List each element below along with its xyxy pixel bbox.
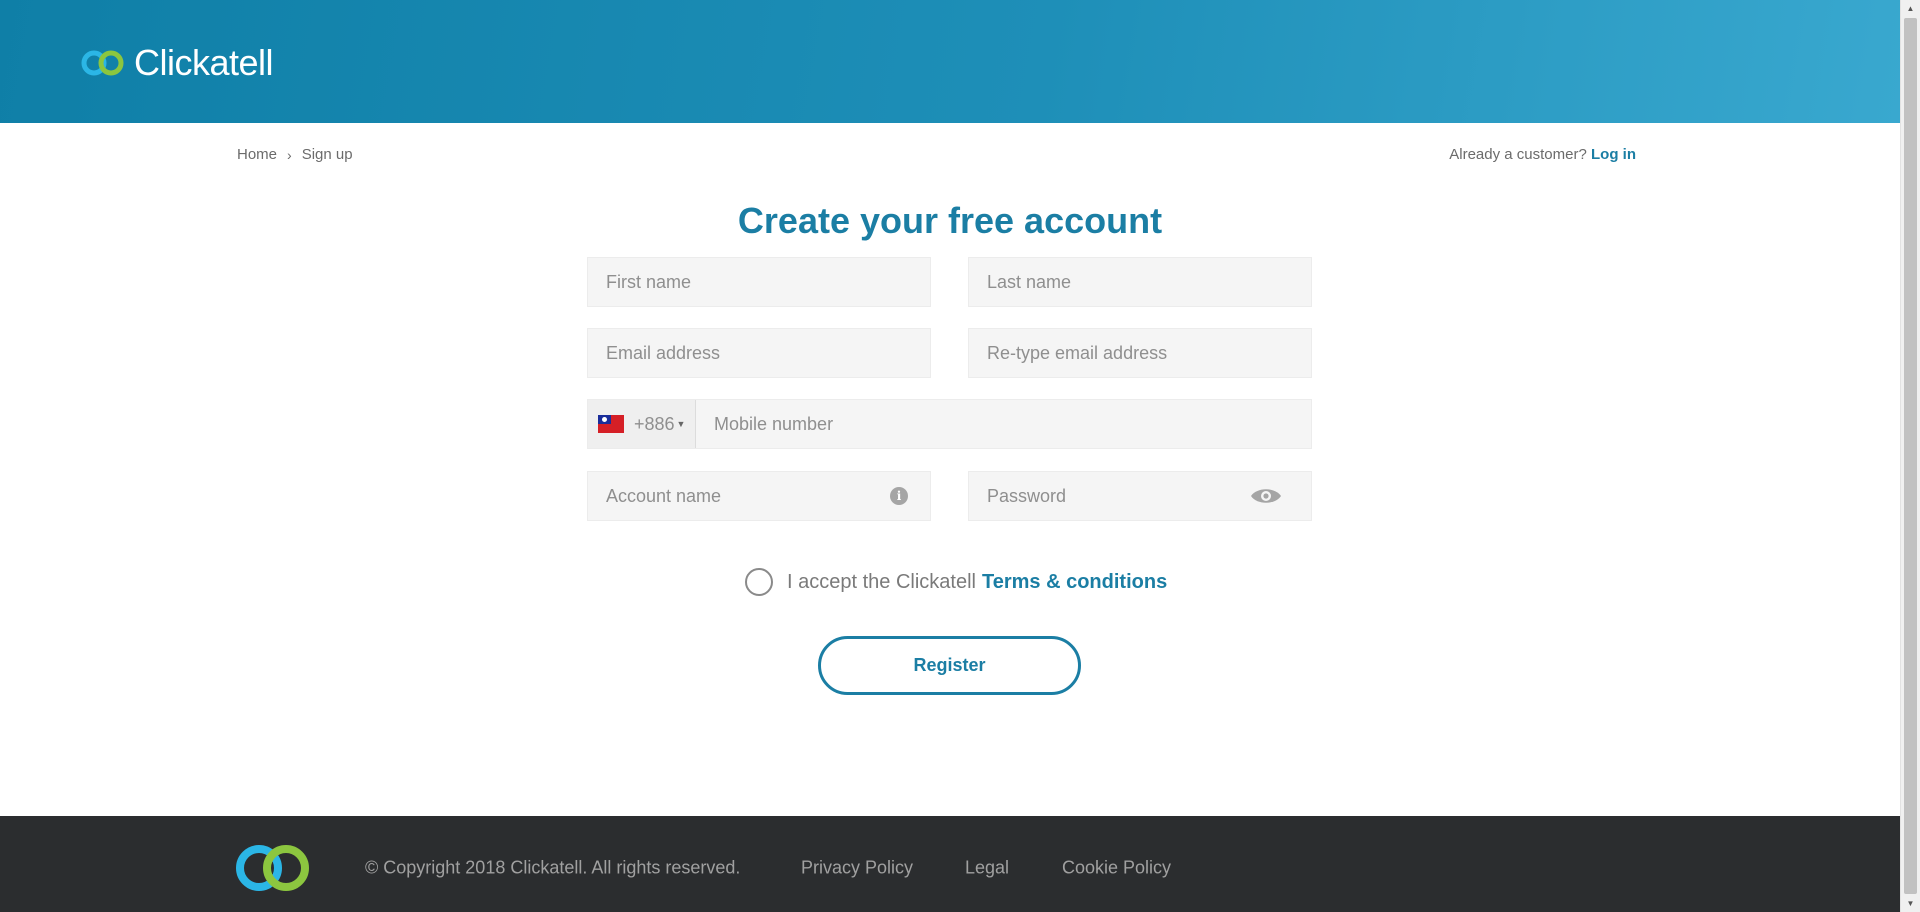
last-name-field [968,257,1312,307]
first-name-field [587,257,931,307]
account-name-field: i [587,471,931,521]
country-code: +886 [634,413,675,434]
terms-checkbox[interactable] [745,568,773,596]
brand-logo[interactable]: Clickatell [80,42,274,84]
password-input[interactable] [969,472,1249,520]
scroll-thumb[interactable] [1904,18,1917,894]
vertical-scrollbar[interactable]: ▲ ▼ [1900,0,1920,912]
email-input[interactable] [588,329,930,377]
login-link[interactable]: Log in [1591,146,1636,163]
cookie-policy-link[interactable]: Cookie Policy [1062,858,1171,879]
first-name-input[interactable] [588,258,930,306]
email-field [587,328,931,378]
copyright-text: © Copyright 2018 Clickatell. All rights … [365,857,741,878]
page-title: Create your free account [737,200,1163,241]
privacy-policy-link[interactable]: Privacy Policy [801,858,913,879]
breadcrumb-separator: › [287,146,292,163]
country-code-selector[interactable]: +886 ▼ [588,400,696,448]
page: Clickatell Home › Sign up Already a cust… [0,0,1920,912]
caret-down-icon: ▼ [676,419,686,429]
account-name-input[interactable] [588,472,890,520]
scroll-down-arrow-icon[interactable]: ▼ [1901,895,1920,912]
retype-email-field [968,328,1312,378]
register-button[interactable]: Register [818,636,1081,695]
legal-link[interactable]: Legal [965,858,1009,879]
terms-link[interactable]: Terms & conditions [982,571,1167,594]
footer: © Copyright 2018 Clickatell. All rights … [0,816,1900,912]
last-name-input[interactable] [969,258,1311,306]
mobile-number-input[interactable] [696,400,1311,448]
clickatell-logo-icon[interactable] [233,842,313,894]
login-prompt: Already a customer? Log in [1449,146,1636,163]
breadcrumb-current: Sign up [301,146,353,163]
clickatell-logo-icon [81,50,124,76]
login-prompt-text: Already a customer? [1449,146,1587,163]
breadcrumb-home-link[interactable]: Home [237,146,277,163]
retype-email-input[interactable] [969,329,1311,377]
header-banner: Clickatell [0,0,1900,123]
info-icon[interactable]: i [890,487,908,505]
taiwan-flag-icon [598,415,624,433]
terms-label: I accept the Clickatell [787,570,976,593]
breadcrumb: Home › Sign up [237,146,353,163]
eye-icon[interactable] [1249,486,1283,506]
brand-name: Clickatell [134,42,274,83]
password-field [968,471,1312,521]
mobile-field: +886 ▼ [587,399,1312,449]
scroll-up-arrow-icon[interactable]: ▲ [1901,0,1920,17]
terms-row: I accept the Clickatell Terms & conditio… [745,568,1167,596]
